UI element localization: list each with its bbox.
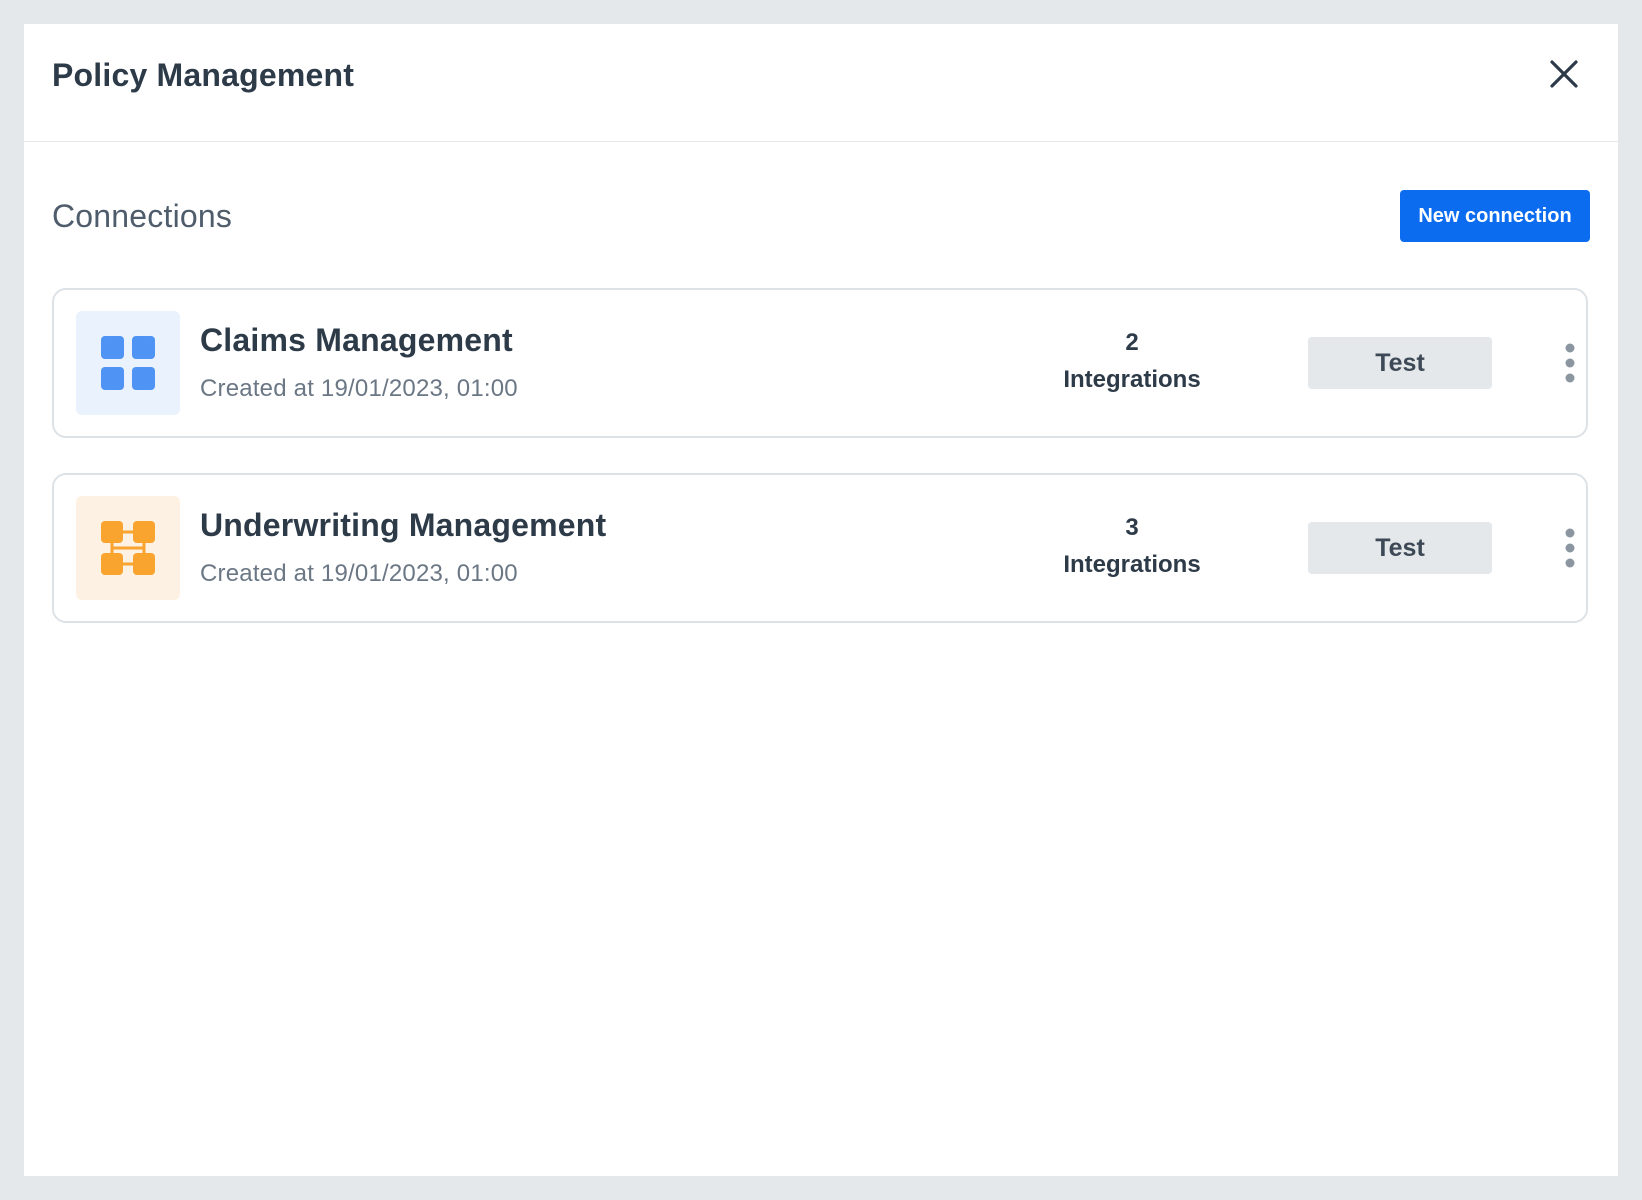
integrations-number: 3	[1125, 514, 1139, 541]
more-options-button[interactable]	[1554, 522, 1586, 574]
modal-title: Policy Management	[52, 57, 355, 93]
connection-created-date: Created at 19/01/2023, 01:00	[200, 375, 518, 402]
integrations-count: 2 Integrations	[1054, 326, 1210, 400]
test-button[interactable]: Test	[1308, 337, 1492, 389]
section-title: Connections	[52, 198, 233, 234]
integrations-label: Integrations	[1063, 366, 1201, 393]
connected-nodes-icon	[101, 521, 155, 575]
connection-card-underwriting-management: Underwriting Management Created at 19/01…	[52, 473, 1588, 623]
modal-header: Policy Management	[24, 24, 1618, 142]
connection-card-claims-management: Claims Management Created at 19/01/2023,…	[52, 288, 1588, 438]
close-icon	[1550, 60, 1578, 88]
integrations-label: Integrations	[1063, 551, 1201, 578]
connection-icon-tile	[76, 496, 180, 600]
connections-section-header: Connections New connection	[52, 190, 1590, 242]
connection-icon-tile	[76, 311, 180, 415]
integrations-count: 3 Integrations	[1054, 511, 1210, 585]
test-button[interactable]: Test	[1308, 522, 1492, 574]
more-options-button[interactable]	[1554, 337, 1586, 389]
grid-squares-icon	[101, 336, 155, 390]
connection-name: Claims Management	[200, 322, 513, 358]
close-button[interactable]	[1544, 54, 1584, 94]
connection-name: Underwriting Management	[200, 507, 607, 543]
more-vertical-icon	[1565, 528, 1575, 568]
connection-created-date: Created at 19/01/2023, 01:00	[200, 560, 518, 587]
policy-management-modal: Policy Management Connections New connec…	[24, 24, 1618, 1176]
more-vertical-icon	[1565, 343, 1575, 383]
new-connection-button[interactable]: New connection	[1400, 190, 1590, 242]
integrations-number: 2	[1125, 329, 1139, 356]
